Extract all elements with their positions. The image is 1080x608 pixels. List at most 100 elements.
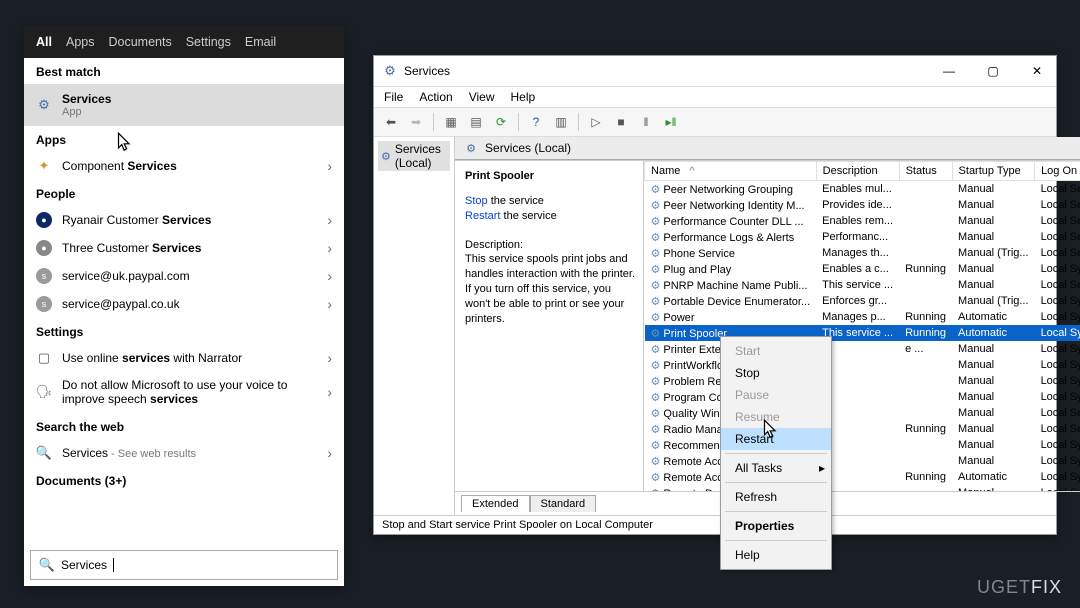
service-row[interactable]: ⚙PowerManages p...RunningAutomaticLocal … [645,309,1080,325]
search-icon: 🔍 [36,445,52,461]
service-row[interactable]: ⚙Portable Device Enumerator...Enforces g… [645,293,1080,309]
tree-pane[interactable]: ⚙ Services (Local) [374,137,455,515]
back-button[interactable]: ⬅ [380,111,402,133]
col-logon[interactable]: Log On As [1035,162,1080,181]
service-row[interactable]: ⚙Quality WindManualLocal Service [645,405,1080,421]
cursor-icon [758,415,784,445]
stop-service-button[interactable]: ■ [610,111,632,133]
gear-icon: ⚙ [651,488,661,492]
search-value: Services [61,558,107,572]
menu-file[interactable]: File [384,90,403,104]
narrator-icon: ▢ [36,350,52,366]
col-status[interactable]: Status [899,162,952,181]
service-row[interactable]: ⚙Print SpoolerThis service ...RunningAut… [645,325,1080,341]
titlebar[interactable]: ⚙ Services — ▢ ✕ [374,56,1056,87]
ctx-start: Start [721,340,831,362]
tab-standard[interactable]: Standard [530,495,597,512]
menu-action[interactable]: Action [419,90,452,104]
chevron-right-icon: › [327,268,332,284]
service-row[interactable]: ⚙RecommendeManualLocal Syste... [645,437,1080,453]
start-service-button[interactable]: ▷ [585,111,607,133]
search-input[interactable]: 🔍 Services [30,550,338,580]
tab-apps[interactable]: Apps [66,35,95,49]
avatar-icon: s [36,268,52,284]
gear-icon: ⚙ [651,328,661,340]
tab-documents[interactable]: Documents [108,35,171,49]
service-row[interactable]: ⚙Peer Networking GroupingEnables mul...M… [645,181,1080,198]
gear-icon: ⚙ [651,424,661,436]
avatar-icon: ● [36,212,52,228]
ctx-help[interactable]: Help [721,544,831,566]
service-row[interactable]: ⚙Phone ServiceManages th...Manual (Trig.… [645,245,1080,261]
service-row[interactable]: ⚙Remote AcceRunningAutomaticLocal Syste.… [645,469,1080,485]
best-match-header: Best match [24,58,344,84]
web-label: Services - See web results [62,446,196,460]
service-row[interactable]: ⚙Printer Extense ...ManualLocal Syste... [645,341,1080,357]
chevron-right-icon: › [327,212,332,228]
people-label: service@paypal.co.uk [62,297,180,311]
services-icon: ⚙ [382,63,398,79]
service-row[interactable]: ⚙Performance Counter DLL ...Enables rem.… [645,213,1080,229]
ctx-stop[interactable]: Stop [721,362,831,384]
restart-service-button[interactable]: ▸‖ [660,111,682,133]
service-row[interactable]: ⚙PNRP Machine Name Publi...This service … [645,277,1080,293]
services-list[interactable]: Name ^ Description Status Startup Type L… [643,161,1080,491]
gear-icon: ⚙ [463,140,479,156]
tab-all[interactable]: All [36,35,52,49]
gear-icon: ⚙ [651,360,661,372]
tab-extended[interactable]: Extended [461,495,529,512]
setting-label: Use online services with Narrator [62,351,242,365]
web-result-services[interactable]: 🔍 Services - See web results › [24,439,344,467]
close-button[interactable]: ✕ [1018,60,1056,82]
gear-icon: ⚙ [651,216,661,228]
col-description[interactable]: Description [816,162,899,181]
service-row[interactable]: ⚙Radio ManagRunningManualLocal Service [645,421,1080,437]
help-button[interactable]: ? [525,111,547,133]
tab-email[interactable]: Email [245,35,276,49]
menu-help[interactable]: Help [511,90,536,104]
watermark: UGETFIX [977,577,1062,598]
service-row[interactable]: ⚙Problem RepoManualLocal Syste... [645,373,1080,389]
toolbar: ⬅ ➡ ▦ ▤ ⟳ ? ▥ ▷ ■ ‖ ▸‖ [374,108,1056,137]
people-result[interactable]: sservice@uk.paypal.com› [24,262,344,290]
restart-link[interactable]: Restart [465,210,500,222]
service-row[interactable]: ⚙Plug and PlayEnables a c...RunningManua… [645,261,1080,277]
service-row[interactable]: ⚙Peer Networking Identity M...Provides i… [645,197,1080,213]
minimize-button[interactable]: — [930,60,968,82]
gear-icon: ⚙ [651,248,661,260]
toolbar-btn[interactable]: ▦ [440,111,462,133]
status-bar: Stop and Start service Print Spooler on … [374,515,1056,534]
text-caret [113,558,114,572]
start-tabs: All Apps Documents Settings Email [24,26,344,58]
toolbar-btn[interactable]: ▥ [550,111,572,133]
app-component-services[interactable]: ✦ Component Services › [24,152,344,180]
col-name[interactable]: Name ^ [645,162,817,181]
window-title: Services [404,64,450,78]
forward-button[interactable]: ➡ [405,111,427,133]
stop-link[interactable]: Stop [465,195,488,207]
people-result[interactable]: ●Three Customer Services› [24,234,344,262]
service-row[interactable]: ⚙Program ConManualLocal Syste... [645,389,1080,405]
service-row[interactable]: ⚙Performance Logs & AlertsPerformanc...M… [645,229,1080,245]
people-result[interactable]: ●Ryanair Customer Services› [24,206,344,234]
tree-node-services-local[interactable]: ⚙ Services (Local) [378,141,450,171]
menu-view[interactable]: View [469,90,495,104]
ctx-all-tasks[interactable]: All Tasks▸ [721,457,831,479]
toolbar-btn[interactable]: ▤ [465,111,487,133]
best-match-services[interactable]: ⚙ Services App [24,84,344,126]
col-startup[interactable]: Startup Type [952,162,1035,181]
service-row[interactable]: ⚙PrintWorkflowManualLocal Syste... [645,357,1080,373]
gear-icon: ⚙ [36,97,52,113]
setting-narrator-services[interactable]: ▢ Use online services with Narrator › [24,344,344,372]
ctx-properties[interactable]: Properties [721,515,831,537]
maximize-button[interactable]: ▢ [974,60,1012,82]
refresh-button[interactable]: ⟳ [490,111,512,133]
pause-service-button[interactable]: ‖ [635,111,657,133]
people-result[interactable]: sservice@paypal.co.uk› [24,290,344,318]
ctx-refresh[interactable]: Refresh [721,486,831,508]
setting-speech-services[interactable]: 🗣 Do not allow Microsoft to use your voi… [24,372,344,413]
tab-settings[interactable]: Settings [186,35,231,49]
service-row[interactable]: ⚙Remote DeskManualLocal Syste... [645,485,1080,491]
chevron-right-icon: › [327,445,332,461]
service-row[interactable]: ⚙Remote AcceManualLocal Syste... [645,453,1080,469]
